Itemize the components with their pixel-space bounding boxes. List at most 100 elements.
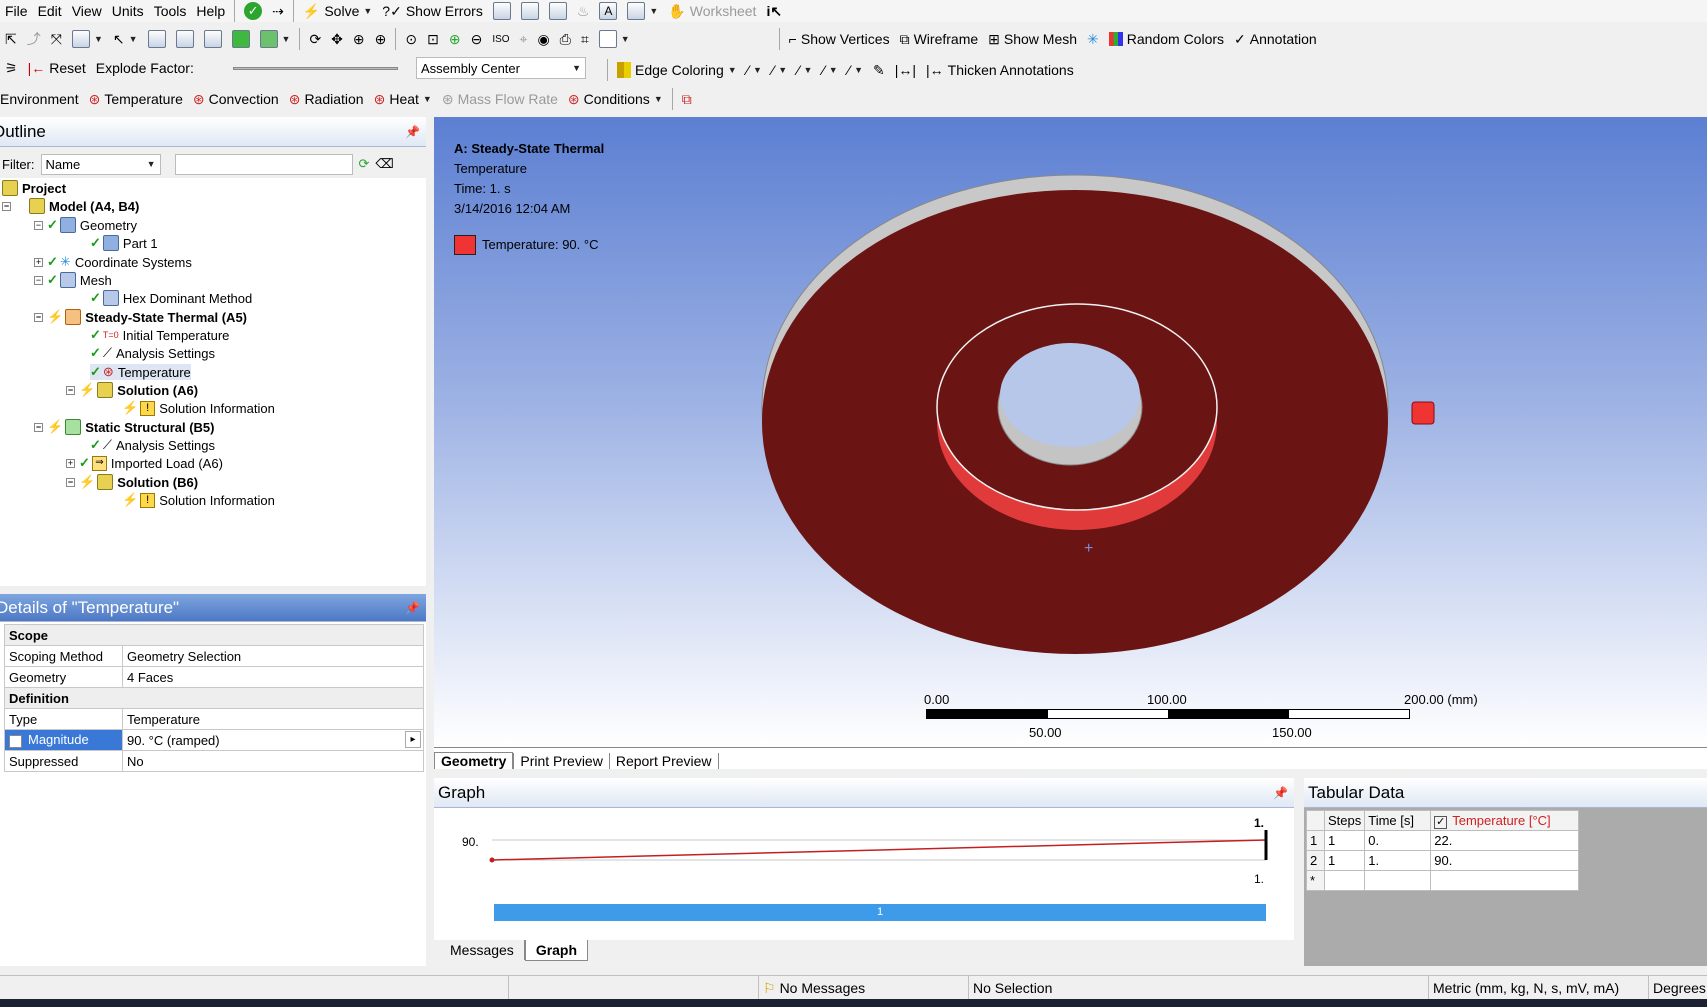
thicken-annotations-button[interactable]: |↔ Thicken Annotations [921, 57, 1079, 82]
filter-clear-icon[interactable]: ⌫ [375, 156, 393, 172]
zoom-green-icon[interactable]: ⊕ [444, 26, 466, 52]
heat-button[interactable]: ⊛ Heat ▼ [369, 86, 437, 112]
tree-node-hex-dominant[interactable]: ✓ Hex Dominant Method [90, 290, 252, 306]
tab-print-preview[interactable]: Print Preview [513, 753, 608, 769]
cell-temperature[interactable] [1430, 870, 1580, 891]
temperature-button[interactable]: ⊛ Temperature [84, 86, 188, 112]
col-header-temperature[interactable]: ✓ Temperature [°C] [1430, 810, 1580, 831]
radiation-button[interactable]: ⊛ Radiation [284, 86, 369, 112]
col-header-steps[interactable]: Steps [1323, 810, 1366, 831]
show-errors-button[interactable]: ?✓ Show Errors [377, 0, 488, 22]
cell-time[interactable]: 0. [1364, 830, 1432, 851]
status-messages[interactable]: ⚐ No Messages [758, 976, 968, 1000]
cell-steps[interactable]: 1 [1323, 830, 1366, 851]
commands-icon[interactable]: ⧉ [677, 86, 697, 112]
tree-node-static-structural[interactable]: − ⚡ Static Structural (B5) [34, 419, 215, 435]
pointer-icon[interactable]: ↖ ▼ [108, 26, 143, 52]
col-header-time[interactable]: Time [s] [1364, 810, 1432, 831]
tree-node-imported-load[interactable]: + ✓ ⇒ Imported Load (A6) [66, 455, 223, 471]
geometry-value[interactable]: 4 Faces [122, 666, 424, 688]
iso-icon[interactable]: ISO [487, 26, 514, 52]
image-icon[interactable]: ▼ [622, 0, 663, 22]
scope-section[interactable]: Scope [4, 624, 424, 646]
series-checkbox[interactable]: ✓ [1434, 815, 1448, 829]
suppressed-value[interactable]: No [122, 750, 424, 772]
reset-button[interactable]: |← Reset [23, 55, 91, 81]
tree-node-initial-temperature[interactable]: ✓ T=0 Initial Temperature [90, 327, 229, 343]
tab-geometry[interactable]: Geometry [434, 752, 514, 769]
tree-node-geometry[interactable]: − ✓ Geometry [34, 217, 137, 233]
zoom-icon[interactable]: ⊕ [348, 26, 370, 52]
look-at-icon[interactable]: ⌖ [515, 26, 533, 52]
menu-help[interactable]: Help [191, 1, 230, 21]
tree-node-solution-information[interactable]: ⚡! Solution Information [122, 400, 275, 416]
explode-slider[interactable] [233, 67, 398, 70]
check-icon[interactable]: ✓ [239, 0, 267, 22]
tree-node-steady-state-thermal[interactable]: − ⚡ Steady-State Thermal (A5) [34, 309, 247, 325]
edge-style-4-icon[interactable]: ⁄ ▼ [817, 57, 842, 82]
magnitude-checkbox[interactable] [9, 734, 22, 748]
zoom-in-icon[interactable]: ⊕ [370, 26, 392, 52]
tree-node-analysis-settings[interactable]: ✓ ⟋ Analysis Settings [90, 345, 215, 361]
geometry-icon[interactable]: ▼ [255, 26, 296, 52]
edge-style-2-icon[interactable]: ⁄ ▼ [767, 57, 792, 82]
cell-time[interactable]: 1. [1364, 850, 1432, 871]
edge-style-3-icon[interactable]: ⁄ ▼ [792, 57, 817, 82]
axis-icon[interactable]: ✳ [1082, 26, 1104, 52]
fire-icon[interactable]: ♨ [572, 0, 595, 22]
edge-style-1-icon[interactable]: ⁄ ▼ [742, 57, 767, 82]
vertex-select-icon[interactable] [143, 26, 171, 52]
tab-messages[interactable]: Messages [440, 940, 525, 960]
expand-arrow-icon[interactable]: ▸ [405, 731, 421, 748]
tag-icon[interactable]: ⌗ [576, 26, 594, 52]
tree-node-analysis-settings-b5[interactable]: ✓ ⟋ Analysis Settings [90, 437, 215, 453]
face-select-icon[interactable] [199, 26, 227, 52]
table-icon[interactable] [488, 0, 516, 22]
time-step-bar[interactable]: 1 [494, 904, 1266, 921]
cell-temperature[interactable]: 90. [1430, 850, 1580, 871]
tree-node-temperature[interactable]: ✓ ⊛ Temperature [90, 364, 191, 380]
pin-icon[interactable]: 📌 [405, 601, 420, 615]
info-cursor-icon[interactable]: i↖ [761, 0, 787, 22]
tree-node-mesh[interactable]: − ✓ Mesh [34, 272, 112, 288]
zoom-box-icon[interactable]: ⊙ [400, 26, 422, 52]
tree-node-coordinate-systems[interactable]: + ✓ ✳ Coordinate Systems [34, 254, 192, 270]
refresh-icon[interactable]: ⟳ [359, 156, 370, 172]
cell-steps[interactable]: 1 [1323, 850, 1366, 871]
magnify-icon[interactable]: ⊖ [466, 26, 488, 52]
filter-select[interactable]: Name ▼ [40, 153, 161, 175]
window-icon[interactable]: ▼ [594, 26, 635, 52]
text-icon[interactable]: A [594, 0, 622, 22]
show-vertices-button[interactable]: ⌐ Show Vertices [784, 26, 895, 52]
pin-icon[interactable]: 📌 [1273, 786, 1288, 800]
random-colors-button[interactable]: Random Colors [1104, 26, 1229, 52]
convection-button[interactable]: ⊛ Convection [188, 86, 284, 112]
menu-view[interactable]: View [67, 1, 107, 21]
menu-tools[interactable]: Tools [149, 1, 192, 21]
pin-icon[interactable]: ✎ [868, 57, 890, 82]
body-select-icon[interactable] [227, 26, 255, 52]
annotation-button[interactable]: ✓ Annotation [1229, 26, 1322, 52]
magnitude-label-cell[interactable]: Magnitude [4, 729, 123, 751]
rotate-icon[interactable]: ⟳ [304, 26, 326, 52]
status-angle[interactable]: Degrees [1648, 976, 1707, 1000]
status-units[interactable]: Metric (mm, kg, N, s, mV, mA) [1428, 976, 1648, 1000]
graphics-viewport[interactable]: A: Steady-State Thermal Temperature Time… [434, 117, 1707, 747]
edge-select-icon[interactable] [171, 26, 199, 52]
magnitude-value[interactable]: 90. °C (ramped) ▸ [122, 729, 424, 751]
tree-node-solution-information-b6[interactable]: ⚡! Solution Information [122, 492, 275, 508]
filter-search-input[interactable] [174, 153, 353, 175]
tree-node-part1[interactable]: ✓ Part 1 [90, 235, 158, 251]
box-select-icon[interactable]: ▼ [67, 26, 108, 52]
extend-icon[interactable]: ⤧ [46, 26, 67, 52]
zoom-fit-icon[interactable]: ⊡ [422, 26, 444, 52]
chart-icon[interactable] [544, 0, 572, 22]
disk-model[interactable]: + [434, 117, 1707, 747]
tree-node-model[interactable]: − Model (A4, B4) [2, 198, 139, 214]
show-mesh-button[interactable]: ⊞ Show Mesh [983, 26, 1082, 52]
definition-section[interactable]: Definition [4, 687, 424, 709]
menu-edit[interactable]: Edit [33, 1, 67, 21]
wireframe-button[interactable]: ⧉ Wireframe [895, 26, 984, 52]
cell-steps[interactable] [1323, 870, 1366, 891]
tree-node-solution-b6[interactable]: − ⚡ Solution (B6) [66, 474, 198, 490]
